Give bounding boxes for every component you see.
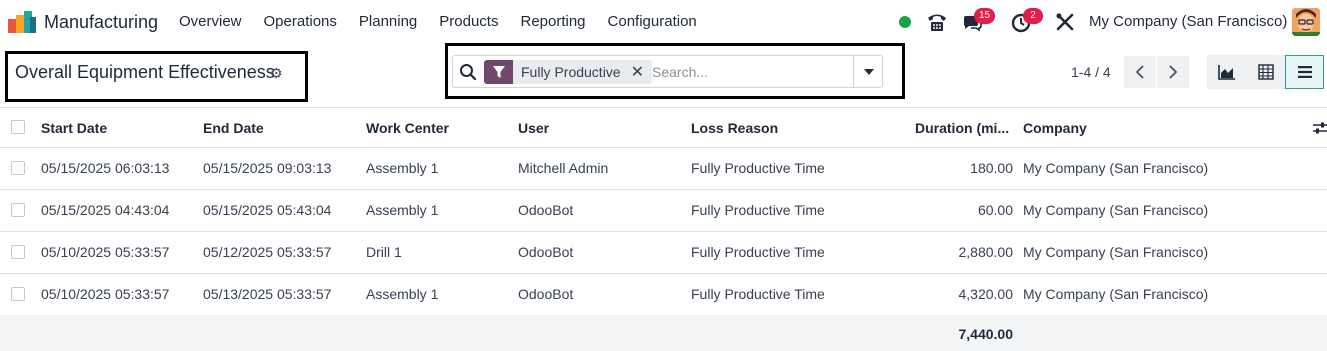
user-avatar[interactable] bbox=[1292, 8, 1320, 36]
company-switcher[interactable]: My Company (San Francisco) bbox=[1089, 13, 1287, 30]
cell-duration: 2,880.00 bbox=[958, 244, 1014, 260]
column-header-user[interactable]: User bbox=[518, 120, 549, 136]
menu-planning[interactable]: Planning bbox=[359, 13, 417, 30]
column-header-loss-reason[interactable]: Loss Reason bbox=[691, 120, 778, 136]
cell-user: OdooBot bbox=[518, 202, 574, 218]
cell-start-date: 05/15/2025 06:03:13 bbox=[41, 160, 170, 176]
cell-end-date: 05/12/2025 05:33:57 bbox=[203, 244, 332, 260]
cell-end-date: 05/13/2025 05:33:57 bbox=[203, 286, 332, 302]
row-checkbox[interactable] bbox=[11, 245, 25, 259]
cell-loss-reason: Fully Productive Time bbox=[691, 244, 825, 260]
pager-value[interactable]: 1-4 / 4 bbox=[1071, 64, 1111, 80]
search-input[interactable] bbox=[652, 62, 842, 82]
graph-view-button[interactable] bbox=[1207, 55, 1246, 89]
total-duration: 7,440.00 bbox=[958, 326, 1014, 342]
cell-user: OdooBot bbox=[518, 286, 574, 302]
menu-overview[interactable]: Overview bbox=[179, 13, 242, 30]
manufacturing-app-icon[interactable] bbox=[8, 11, 36, 33]
pivot-view-button[interactable] bbox=[1246, 55, 1285, 89]
cell-duration: 180.00 bbox=[970, 160, 1013, 176]
table-footer-totals: 7,440.00 bbox=[0, 315, 1327, 351]
cell-duration: 4,320.00 bbox=[958, 286, 1014, 302]
column-header-work-center[interactable]: Work Center bbox=[366, 120, 449, 136]
gear-icon[interactable]: ⚙ bbox=[270, 65, 283, 82]
filter-icon bbox=[484, 60, 513, 84]
online-status-icon bbox=[899, 16, 911, 28]
cell-user: OdooBot bbox=[518, 244, 574, 260]
cell-loss-reason: Fully Productive Time bbox=[691, 160, 825, 176]
table-header: Start Date End Date Work Center User Los… bbox=[0, 107, 1327, 148]
cell-company: My Company (San Francisco) bbox=[1023, 286, 1209, 302]
menu-configuration[interactable]: Configuration bbox=[608, 13, 697, 30]
activities-count-badge: 2 bbox=[1023, 8, 1043, 24]
cell-work-center: Assembly 1 bbox=[366, 202, 439, 218]
optional-columns-sliders-icon[interactable] bbox=[1312, 121, 1327, 135]
menu-reporting[interactable]: Reporting bbox=[520, 13, 585, 30]
cell-work-center: Drill 1 bbox=[366, 244, 402, 260]
table-row[interactable]: 05/10/2025 05:33:57 05/13/2025 05:33:57 … bbox=[0, 274, 1327, 316]
list-icon bbox=[1297, 66, 1312, 78]
column-header-start-date[interactable]: Start Date bbox=[41, 120, 107, 136]
search-icon bbox=[460, 64, 477, 81]
cell-end-date: 05/15/2025 05:43:04 bbox=[203, 202, 332, 218]
search-options-toggle[interactable] bbox=[853, 56, 883, 87]
cell-loss-reason: Fully Productive Time bbox=[691, 286, 825, 302]
chevron-left-icon bbox=[1135, 65, 1144, 79]
debug-tools-icon[interactable] bbox=[1054, 11, 1076, 33]
remove-facet-icon[interactable]: ✕ bbox=[629, 62, 652, 82]
cell-loss-reason: Fully Productive Time bbox=[691, 202, 825, 218]
cell-work-center: Assembly 1 bbox=[366, 286, 439, 302]
cell-company: My Company (San Francisco) bbox=[1023, 244, 1209, 260]
row-checkbox[interactable] bbox=[11, 203, 25, 217]
area-chart-icon bbox=[1217, 65, 1235, 80]
cell-user: Mitchell Admin bbox=[518, 160, 609, 176]
table-row[interactable]: 05/10/2025 05:33:57 05/12/2025 05:33:57 … bbox=[0, 232, 1327, 274]
messages-count-badge: 15 bbox=[974, 8, 996, 24]
row-checkbox[interactable] bbox=[11, 287, 25, 301]
page-title: Overall Equipment Effectiveness bbox=[15, 62, 275, 82]
table-row[interactable]: 05/15/2025 04:43:04 05/15/2025 05:43:04 … bbox=[0, 190, 1327, 232]
table-row[interactable]: 05/15/2025 06:03:13 05/15/2025 09:03:13 … bbox=[0, 148, 1327, 190]
column-header-company[interactable]: Company bbox=[1023, 120, 1087, 136]
app-name[interactable]: Manufacturing bbox=[44, 12, 158, 33]
pivot-table-icon bbox=[1257, 64, 1274, 80]
phone-icon[interactable] bbox=[926, 11, 948, 33]
chevron-right-icon bbox=[1169, 65, 1178, 79]
column-header-end-date[interactable]: End Date bbox=[203, 120, 264, 136]
cell-company: My Company (San Francisco) bbox=[1023, 202, 1209, 218]
cell-start-date: 05/10/2025 05:33:57 bbox=[41, 286, 170, 302]
caret-down-icon bbox=[863, 68, 874, 75]
top-navbar: Manufacturing Overview Operations Planni… bbox=[0, 0, 1327, 44]
select-all-checkbox[interactable] bbox=[11, 120, 25, 134]
pager-previous-button[interactable] bbox=[1124, 56, 1156, 88]
cell-company: My Company (San Francisco) bbox=[1023, 160, 1209, 176]
column-header-duration[interactable]: Duration (mi... bbox=[915, 120, 1009, 136]
menu-operations[interactable]: Operations bbox=[264, 13, 337, 30]
facet-label: Fully Productive bbox=[521, 64, 621, 80]
list-view-button[interactable] bbox=[1285, 55, 1324, 89]
cell-start-date: 05/10/2025 05:33:57 bbox=[41, 244, 170, 260]
cell-start-date: 05/15/2025 04:43:04 bbox=[41, 202, 170, 218]
cell-work-center: Assembly 1 bbox=[366, 160, 439, 176]
pager-next-button[interactable] bbox=[1157, 56, 1189, 88]
cell-duration: 60.00 bbox=[977, 202, 1013, 218]
row-checkbox[interactable] bbox=[11, 161, 25, 175]
menu-products[interactable]: Products bbox=[439, 13, 498, 30]
main-menu: Overview Operations Planning Products Re… bbox=[179, 13, 719, 30]
search-facet[interactable]: Fully Productive ✕ bbox=[484, 60, 652, 84]
cell-end-date: 05/15/2025 09:03:13 bbox=[203, 160, 332, 176]
